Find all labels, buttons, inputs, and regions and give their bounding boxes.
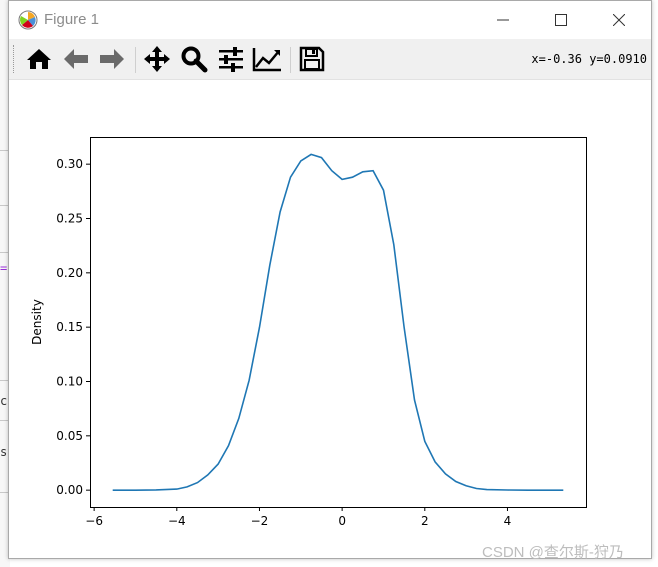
y-tick-label: 0.00 [56, 483, 83, 497]
pan-icon [144, 46, 170, 72]
home-button[interactable] [23, 43, 55, 75]
background-text: c [0, 394, 8, 408]
figure-window: Figure 1 x=-0.36 y=0.0910 0.00 0.05 0.10… [8, 0, 652, 559]
back-arrow-icon [64, 49, 88, 69]
configure-subplots-icon [219, 47, 243, 72]
y-axis-label: Density [30, 299, 44, 345]
zoom-button[interactable] [178, 43, 210, 75]
home-icon [27, 49, 51, 69]
back-button[interactable] [60, 43, 92, 75]
save-icon [299, 46, 325, 72]
background-text: s [0, 445, 8, 459]
density-plot[interactable]: 0.00 0.05 0.10 0.15 0.20 0.25 0.30 −6 −4 −2 0 2 4 D… [9, 80, 651, 558]
minimize-button[interactable] [480, 5, 526, 35]
close-icon [613, 14, 625, 26]
y-tick-label: 0.20 [56, 266, 83, 280]
x-tick-label: −4 [168, 514, 186, 528]
x-tick-label: −6 [85, 514, 103, 528]
y-tick-label: 0.15 [56, 320, 83, 334]
figure-canvas[interactable]: 0.00 0.05 0.10 0.15 0.20 0.25 0.30 −6 −4 −2 0 2 4 D… [9, 80, 651, 558]
close-button[interactable] [596, 5, 642, 35]
navigation-toolbar: x=-0.36 y=0.0910 [9, 39, 651, 80]
x-tick-label: 0 [338, 514, 346, 528]
toolbar-grip[interactable] [13, 45, 16, 73]
density-line [112, 153, 564, 491]
y-tick-label: 0.30 [56, 157, 83, 171]
forward-button[interactable] [96, 43, 128, 75]
title-bar[interactable]: Figure 1 [9, 1, 651, 39]
pan-button[interactable] [141, 43, 173, 75]
edit-axis-icon [252, 48, 281, 72]
matplotlib-logo-icon [18, 10, 38, 30]
maximize-button[interactable] [538, 5, 584, 35]
configure-subplots-button[interactable] [215, 43, 247, 75]
cursor-coordinates: x=-0.36 y=0.0910 [531, 52, 647, 66]
window-title: Figure 1 [44, 11, 100, 28]
y-axis: 0.00 0.05 0.10 0.15 0.20 0.25 0.30 [56, 157, 90, 497]
edit-axis-button[interactable] [251, 43, 283, 75]
forward-arrow-icon [100, 49, 124, 69]
x-tick-label: 2 [421, 514, 429, 528]
toolbar-separator [135, 47, 136, 73]
maximize-icon [555, 14, 567, 26]
y-tick-label: 0.10 [56, 374, 83, 388]
y-tick-label: 0.05 [56, 429, 83, 443]
watermark: CSDN @查尔斯-狩乃 [482, 544, 624, 561]
y-tick-label: 0.25 [56, 211, 83, 225]
x-tick-label: −2 [251, 514, 269, 528]
minimize-icon [497, 19, 509, 21]
toolbar-separator [290, 47, 291, 73]
zoom-icon [181, 46, 208, 73]
save-button[interactable] [296, 43, 328, 75]
x-tick-label: 4 [504, 514, 512, 528]
axes-frame [90, 137, 587, 508]
background-text: = [0, 261, 8, 275]
x-axis: −6 −4 −2 0 2 4 [85, 507, 511, 528]
